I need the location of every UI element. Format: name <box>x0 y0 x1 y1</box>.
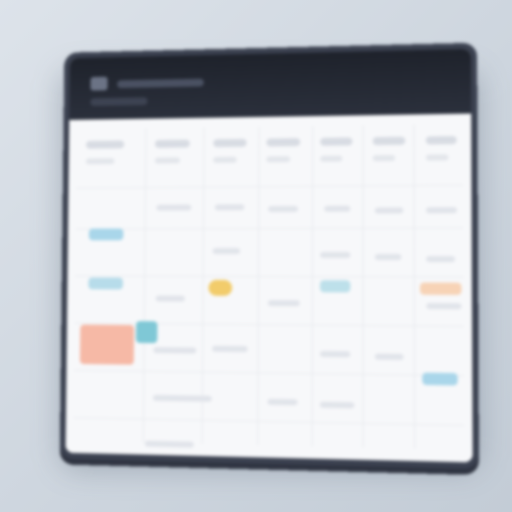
cell-text <box>375 354 404 360</box>
day-header[interactable] <box>266 138 300 146</box>
day-header[interactable] <box>373 137 406 145</box>
cell-text <box>267 399 297 406</box>
day-header-sub <box>266 156 290 162</box>
window-titlebar[interactable] <box>69 49 471 120</box>
calendar-event[interactable] <box>422 373 457 386</box>
titlebar-placeholder <box>117 79 204 89</box>
day-header-sub <box>426 154 449 160</box>
cell-text <box>268 300 300 306</box>
calendar-window <box>60 43 479 469</box>
calendar-event[interactable] <box>136 321 158 343</box>
calendar-grid <box>66 114 473 463</box>
cell-text <box>320 252 350 258</box>
row-divider <box>75 276 463 278</box>
cell-text <box>324 206 350 212</box>
day-header-sub <box>86 158 115 164</box>
day-header[interactable] <box>86 140 124 148</box>
row-divider <box>76 185 463 189</box>
row-divider <box>74 370 464 376</box>
cell-text <box>156 205 191 211</box>
cell-text <box>145 441 194 448</box>
cell-text <box>375 207 404 213</box>
calendar-icon[interactable] <box>90 77 107 91</box>
cell-text <box>213 248 241 254</box>
column-divider <box>363 125 364 447</box>
cell-text <box>212 346 248 352</box>
day-header[interactable] <box>213 139 246 147</box>
column-divider <box>413 124 415 448</box>
column-divider <box>143 128 147 442</box>
day-header-sub <box>320 156 342 162</box>
cell-text <box>215 204 245 210</box>
calendar-event[interactable] <box>208 280 232 296</box>
cell-text <box>426 303 461 309</box>
column-divider <box>257 127 259 445</box>
day-header-sub <box>373 155 395 161</box>
calendar-event[interactable] <box>88 278 123 290</box>
cell-text <box>156 296 185 302</box>
column-divider <box>312 126 314 446</box>
day-header-sub <box>213 157 237 163</box>
cell-text <box>426 256 455 262</box>
cell-text <box>268 206 298 212</box>
day-header[interactable] <box>320 137 352 145</box>
cell-text <box>320 402 355 409</box>
cell-text <box>320 351 350 357</box>
day-header-sub <box>155 157 180 163</box>
calendar-event[interactable] <box>80 325 134 365</box>
scene <box>0 0 512 512</box>
day-header[interactable] <box>155 140 190 148</box>
calendar-event[interactable] <box>89 228 124 240</box>
day-header[interactable] <box>426 136 457 144</box>
calendar-event[interactable] <box>420 283 462 295</box>
titlebar-placeholder <box>90 97 147 106</box>
row-divider <box>76 227 464 229</box>
cell-text <box>426 207 457 213</box>
row-divider <box>74 417 465 426</box>
cell-text <box>153 395 212 402</box>
cell-text <box>153 347 196 353</box>
calendar-event[interactable] <box>320 280 350 292</box>
cell-text <box>375 254 402 260</box>
